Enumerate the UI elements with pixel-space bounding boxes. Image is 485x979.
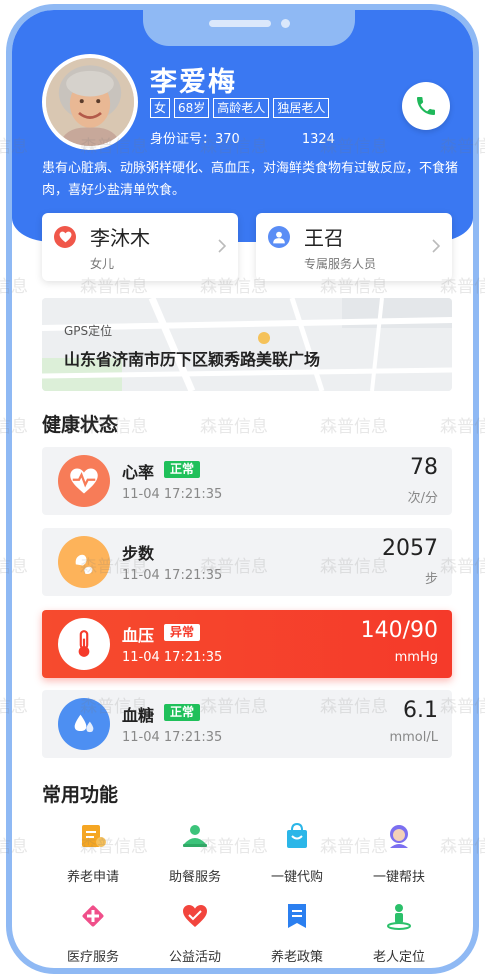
chevron-right-icon bbox=[432, 239, 440, 253]
func-elderly-policy[interactable]: 养老政策 bbox=[246, 902, 348, 968]
func-medical-service[interactable]: 医疗服务 bbox=[42, 902, 144, 968]
metric-value: 140/90 bbox=[360, 618, 438, 643]
health-card-blood-sugar[interactable]: 血糖 正常 11-04 17:21:35 6.1 mmol/L bbox=[42, 690, 452, 758]
health-card-heart-rate[interactable]: 心率 正常 11-04 17:21:35 78 次/分 bbox=[42, 447, 452, 515]
metric-name: 心率 bbox=[122, 463, 155, 482]
chevron-right-icon bbox=[218, 239, 226, 253]
metric-time: 11-04 17:21:35 bbox=[122, 487, 223, 502]
contact-role: 女儿 bbox=[90, 257, 115, 271]
metric-unit: 次/分 bbox=[407, 491, 438, 506]
status-badge: 正常 bbox=[164, 704, 201, 721]
thermometer-icon bbox=[58, 618, 110, 670]
metric-time: 11-04 17:21:35 bbox=[122, 568, 223, 583]
shopping-bag-icon bbox=[287, 822, 307, 848]
health-card-blood-pressure[interactable]: 血压 异常 11-04 17:21:35 140/90 mmHg bbox=[42, 610, 452, 678]
func-label: 医疗服务 bbox=[66, 950, 119, 965]
medical-icon bbox=[82, 905, 104, 927]
metric-value: 6.1 bbox=[403, 698, 438, 723]
func-one-click-purchase[interactable]: 一键代购 bbox=[246, 822, 348, 892]
id-label: 身份证号：370 bbox=[150, 132, 240, 147]
func-label: 养老申请 bbox=[66, 870, 119, 885]
tag-elderly: 高龄老人 bbox=[213, 98, 270, 118]
func-charity-activities[interactable]: 公益活动 bbox=[144, 902, 246, 968]
contact-role: 专属服务人员 bbox=[304, 257, 377, 271]
gps-label: GPS定位 bbox=[64, 324, 113, 338]
health-note: 患有心脏病、动脉粥样硬化、高血压，对海鲜类食物有过敏反应，不食猪肉，喜好少盐清单… bbox=[42, 161, 459, 198]
func-label: 养老政策 bbox=[270, 950, 323, 965]
metric-unit: 步 bbox=[424, 572, 438, 587]
phone-icon bbox=[417, 97, 435, 115]
func-one-click-help[interactable]: 一键帮扶 bbox=[348, 822, 450, 892]
user-icon bbox=[268, 226, 290, 248]
metric-name: 步数 bbox=[122, 544, 155, 563]
tag-living-alone: 独居老人 bbox=[273, 98, 330, 118]
meal-service-icon bbox=[183, 825, 207, 847]
phone-frame: 李爱梅 女 68岁 高龄老人 独居老人 身份证号：370 1324 患有心脏病、动… bbox=[6, 4, 479, 974]
charity-icon bbox=[183, 905, 207, 927]
profile-tags: 女 68岁 高龄老人 独居老人 bbox=[150, 98, 330, 118]
func-elderly-application[interactable]: 养老申请 bbox=[42, 822, 144, 892]
metric-value: 2057 bbox=[382, 536, 438, 561]
profile-name: 李爱梅 bbox=[150, 67, 237, 98]
phone-notch bbox=[143, 10, 355, 46]
func-label: 一键帮扶 bbox=[372, 870, 425, 885]
call-button[interactable] bbox=[402, 82, 450, 130]
speaker bbox=[209, 20, 271, 27]
func-label: 老人定位 bbox=[372, 950, 425, 965]
health-section-title: 健康状态 bbox=[42, 414, 119, 436]
metric-name: 血糖 bbox=[122, 706, 155, 725]
drops-icon bbox=[58, 698, 110, 750]
health-card-steps[interactable]: 步数 11-04 17:21:35 2057 步 bbox=[42, 528, 452, 596]
metric-name: 血压 bbox=[122, 626, 155, 645]
id-number: 身份证号：370 1324 bbox=[150, 128, 335, 147]
metric-time: 11-04 17:21:35 bbox=[122, 730, 223, 745]
avatar[interactable] bbox=[42, 54, 138, 150]
func-label: 助餐服务 bbox=[168, 870, 221, 885]
steps-icon bbox=[58, 536, 110, 588]
heart-icon bbox=[54, 226, 76, 248]
policy-icon bbox=[288, 904, 306, 928]
metric-unit: mmol/L bbox=[389, 730, 438, 745]
heartbeat-icon bbox=[58, 455, 110, 507]
contact-name: 王召 bbox=[304, 226, 344, 250]
gps-map-card[interactable]: GPS定位 山东省济南市历下区颖秀路美联广场 bbox=[42, 298, 452, 391]
status-badge: 异常 bbox=[164, 624, 201, 641]
location-person-icon bbox=[387, 904, 411, 930]
helper-icon bbox=[390, 825, 408, 848]
id-tail: 1324 bbox=[301, 132, 335, 147]
metric-time: 11-04 17:21:35 bbox=[122, 650, 223, 665]
contact-card-daughter[interactable]: 李沐木 女儿 bbox=[42, 213, 238, 281]
metric-unit: mmHg bbox=[394, 650, 438, 665]
map-background bbox=[42, 298, 452, 391]
metric-value: 78 bbox=[410, 455, 438, 480]
application-icon bbox=[82, 825, 106, 847]
tag-gender: 女 bbox=[150, 98, 171, 118]
avatar-photo bbox=[46, 58, 134, 146]
gps-address: 山东省济南市历下区颖秀路美联广场 bbox=[64, 350, 321, 369]
functions-section-title: 常用功能 bbox=[42, 784, 119, 806]
camera bbox=[281, 19, 290, 28]
func-elderly-location[interactable]: 老人定位 bbox=[348, 902, 450, 968]
contact-name: 李沐木 bbox=[90, 226, 150, 250]
tag-age: 68岁 bbox=[174, 98, 210, 118]
func-label: 公益活动 bbox=[168, 950, 221, 965]
status-badge: 正常 bbox=[164, 461, 201, 478]
contact-card-service-staff[interactable]: 王召 专属服务人员 bbox=[256, 213, 452, 281]
func-meal-service[interactable]: 助餐服务 bbox=[144, 822, 246, 892]
func-label: 一键代购 bbox=[270, 870, 323, 885]
